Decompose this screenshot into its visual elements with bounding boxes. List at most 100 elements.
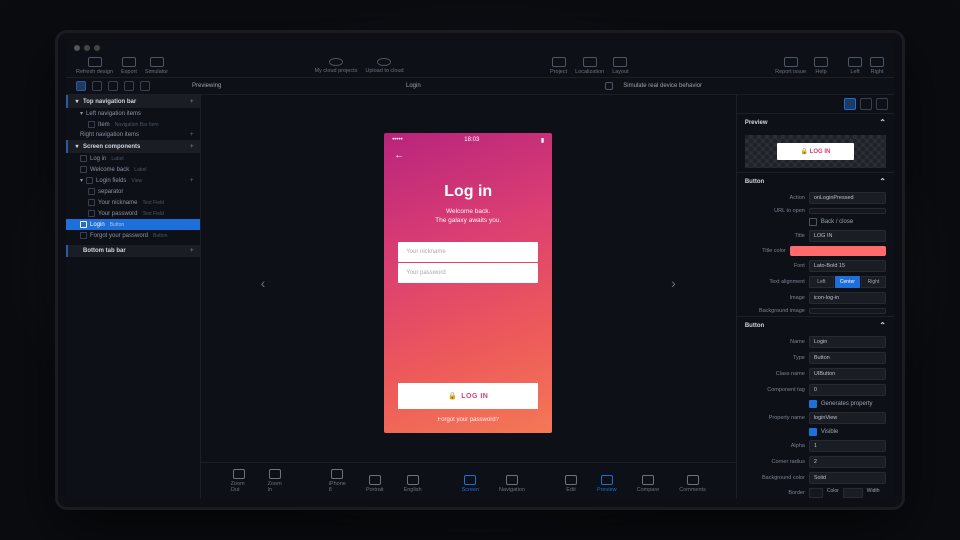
device-select[interactable]: iPhone 8 [329, 469, 346, 493]
inspector-tab-2[interactable] [860, 98, 872, 110]
back-button[interactable]: ← [384, 148, 552, 163]
prev-screen-button[interactable]: ‹ [261, 275, 266, 291]
comments-mode-button[interactable]: Comments [679, 475, 706, 493]
login-subtitle: Welcome back.The galaxy awaits you. [435, 207, 501, 227]
tree-right-nav-items[interactable]: Right navigation items+ [66, 130, 200, 140]
visible-checkbox[interactable] [809, 428, 817, 436]
forgot-password-link[interactable]: Forgot your password? [438, 417, 499, 423]
generates-checkbox[interactable] [809, 400, 817, 408]
help-button[interactable]: Help [814, 57, 828, 75]
element-icon [80, 232, 87, 239]
layout-icon [613, 57, 627, 67]
upload-cloud-button[interactable]: Upload to cloud [365, 58, 403, 74]
title-color-swatch[interactable] [790, 246, 886, 256]
login-title: Log in [444, 183, 492, 201]
button-header-2[interactable]: Button⌃ [737, 317, 894, 334]
image-input[interactable]: icon-log-in [809, 292, 886, 304]
tree-nickname[interactable]: Your nicknameText Field [66, 197, 200, 208]
tree-password[interactable]: Your passwordText Field [66, 208, 200, 219]
orientation-select[interactable]: Portrait [366, 475, 384, 493]
localization-button[interactable]: Localization [575, 57, 604, 75]
phone-preview: •••••18:03▮ ← Log in Welcome back.The ga… [384, 133, 552, 433]
property-name-input[interactable]: loginView [809, 412, 886, 424]
screen-icon [464, 475, 476, 485]
view-mode-1[interactable] [76, 81, 86, 91]
traffic-max[interactable] [94, 45, 100, 51]
back-close-checkbox[interactable] [809, 218, 817, 226]
traffic-close[interactable] [74, 45, 80, 51]
simulator-button[interactable]: Simulator [145, 57, 168, 75]
add-icon[interactable]: + [190, 132, 194, 138]
preview-header[interactable]: Preview⌃ [737, 114, 894, 131]
export-button[interactable]: Export [121, 57, 137, 75]
device-icon [331, 469, 343, 479]
canvas[interactable]: ‹ › •••••18:03▮ ← Log in Welcome back.Th… [201, 103, 736, 462]
tree-login-fields[interactable]: ▾Login fieldsView+ [66, 175, 200, 186]
tree-left-nav-items[interactable]: ▾Left navigation items [66, 108, 200, 119]
tree-login-button[interactable]: LoginButton [66, 219, 200, 230]
cloud-upload-icon [377, 58, 391, 66]
screen-tab-button[interactable]: Screen [462, 475, 479, 493]
type-select[interactable]: Button [809, 352, 886, 364]
inspector-tab-1[interactable] [844, 98, 856, 110]
language-select[interactable]: English [404, 475, 422, 493]
class-input[interactable]: UIButton [809, 368, 886, 380]
title-input[interactable]: LOG IN [809, 230, 886, 242]
tree-log-in-label[interactable]: Log inLabel [66, 153, 200, 164]
password-field[interactable]: Your password [398, 263, 538, 283]
compare-mode-button[interactable]: Compare [637, 475, 660, 493]
tree-forgot-password[interactable]: Forgot your passwordButton [66, 230, 200, 241]
bg-color-select[interactable]: Solid [809, 472, 886, 484]
preview-mode-button[interactable]: Preview [597, 475, 617, 493]
view-mode-4[interactable] [124, 81, 134, 91]
font-select[interactable]: Lato-Bold 15 [809, 260, 886, 272]
add-icon[interactable]: + [190, 178, 194, 184]
cloud-projects-button[interactable]: My cloud projects [315, 58, 358, 74]
name-input[interactable]: Login [809, 336, 886, 348]
view-mode-3[interactable] [108, 81, 118, 91]
zoom-in-button[interactable]: Zoom In [268, 469, 282, 493]
component-tag-input[interactable]: 0 [809, 384, 886, 396]
refresh-design-button[interactable]: Refresh design [76, 57, 113, 75]
chevron-icon: ⌃ [879, 118, 886, 127]
simulate-checkbox[interactable] [605, 82, 613, 90]
next-screen-button[interactable]: › [671, 275, 676, 291]
border-width-input[interactable] [843, 488, 863, 498]
navigation-tab-button[interactable]: Navigation [499, 475, 525, 493]
screen-tab[interactable]: Login [406, 83, 421, 89]
corner-input[interactable]: 2 [809, 456, 886, 468]
url-input[interactable] [809, 208, 886, 214]
border-color-swatch[interactable] [809, 488, 823, 498]
add-icon[interactable]: + [190, 248, 194, 254]
report-issue-button[interactable]: Report issue [775, 57, 806, 75]
nickname-field[interactable]: Your nickname [398, 242, 538, 262]
previewing-label: Previewing [192, 83, 221, 89]
add-icon[interactable]: + [190, 144, 194, 150]
main-area: ▾Top navigation bar+ ▾Left navigation it… [66, 95, 894, 499]
project-button[interactable]: Project [550, 57, 567, 75]
canvas-header [201, 95, 736, 103]
tree-top-nav[interactable]: ▾Top navigation bar+ [66, 95, 200, 108]
login-button[interactable]: 🔒LOG IN [398, 383, 538, 409]
button-header-1[interactable]: Button⌃ [737, 173, 894, 190]
left-panel-toggle[interactable]: Left [848, 57, 862, 75]
zoom-out-button[interactable]: Zoom Out [231, 469, 248, 493]
edit-icon [565, 475, 577, 485]
tree-screen-components[interactable]: ▾Screen components+ [66, 140, 200, 153]
tree-separator[interactable]: separator [66, 186, 200, 197]
alignment-segment[interactable]: LeftCenterRight [809, 276, 886, 288]
layout-button[interactable]: Layout [612, 57, 629, 75]
tree-nav-bar-item[interactable]: ItemNavigation Bar Item [66, 119, 200, 130]
right-panel-toggle[interactable]: Right [870, 57, 884, 75]
view-mode-5[interactable] [140, 81, 150, 91]
bg-image-input[interactable] [809, 308, 886, 314]
traffic-min[interactable] [84, 45, 90, 51]
tree-welcome-back[interactable]: Welcome backLabel [66, 164, 200, 175]
action-input[interactable]: onLoginPressed [809, 192, 886, 204]
alpha-input[interactable]: 1 [809, 440, 886, 452]
add-icon[interactable]: + [190, 99, 194, 105]
edit-mode-button[interactable]: Edit [565, 475, 577, 493]
inspector-tab-3[interactable] [876, 98, 888, 110]
view-mode-2[interactable] [92, 81, 102, 91]
tree-bottom-tab[interactable]: Bottom tab bar+ [66, 245, 200, 257]
